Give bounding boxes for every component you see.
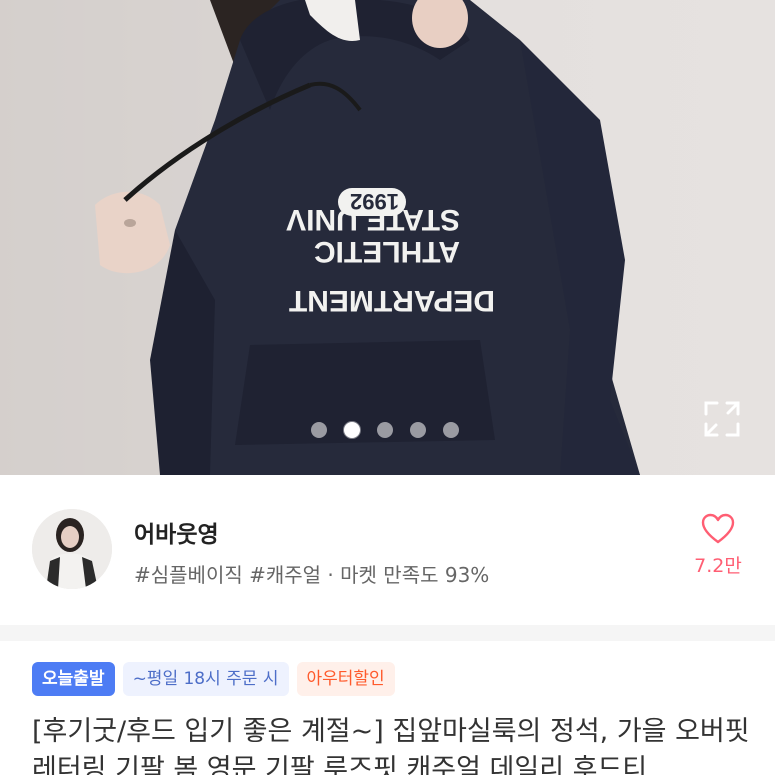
like-count: 7.2만 [694,555,742,577]
product-info: 오늘출발 ~평일 18시 주문 시 아우터할인 [후기굿/후드 입기 좋은 계절… [0,641,775,775]
order-cutoff-badge: ~평일 18시 주문 시 [122,662,289,696]
carousel-dot-2-active[interactable] [344,422,360,438]
outer-sale-badge[interactable]: 아우터할인 [296,662,395,696]
carousel-dot-1[interactable] [311,422,327,438]
product-image-carousel[interactable]: STATE UNIV 1992 ATHLETIC DEPARTMENT [0,0,775,475]
shop-tags-satisfaction: #심플베이직 #캐주얼 · 마켓 만족도 93% [134,563,490,587]
product-badges: 오늘출발 ~평일 18시 주문 시 아우터할인 [32,662,395,696]
like-button[interactable]: 7.2만 [688,513,748,578]
carousel-dot-3[interactable] [377,422,393,438]
shop-name[interactable]: 어바웃영 [134,515,219,549]
carousel-dot-4[interactable] [410,422,426,438]
carousel-indicators [300,418,480,442]
today-shipping-badge: 오늘출발 [32,662,115,696]
avatar-photo [32,509,112,589]
shop-avatar[interactable] [32,509,112,589]
shop-info-row: 어바웃영 #심플베이직 #캐주얼 · 마켓 만족도 93% 7.2만 [0,475,775,625]
section-divider [0,625,775,641]
heart-outline-icon [701,513,735,544]
expand-arrows-icon [704,401,740,437]
product-photo: STATE UNIV 1992 ATHLETIC DEPARTMENT [0,0,640,475]
carousel-dot-5[interactable] [443,422,459,438]
print-line-4: DEPARTMENT [289,284,495,317]
print-line-2: 1992 [350,189,399,214]
print-line-3: ATHLETIC [314,235,460,268]
product-title: [후기굿/후드 입기 좋은 계절~] 집앞마실룩의 정석, 가을 오버핏 레터링… [32,716,750,775]
expand-image-button[interactable] [700,397,744,441]
